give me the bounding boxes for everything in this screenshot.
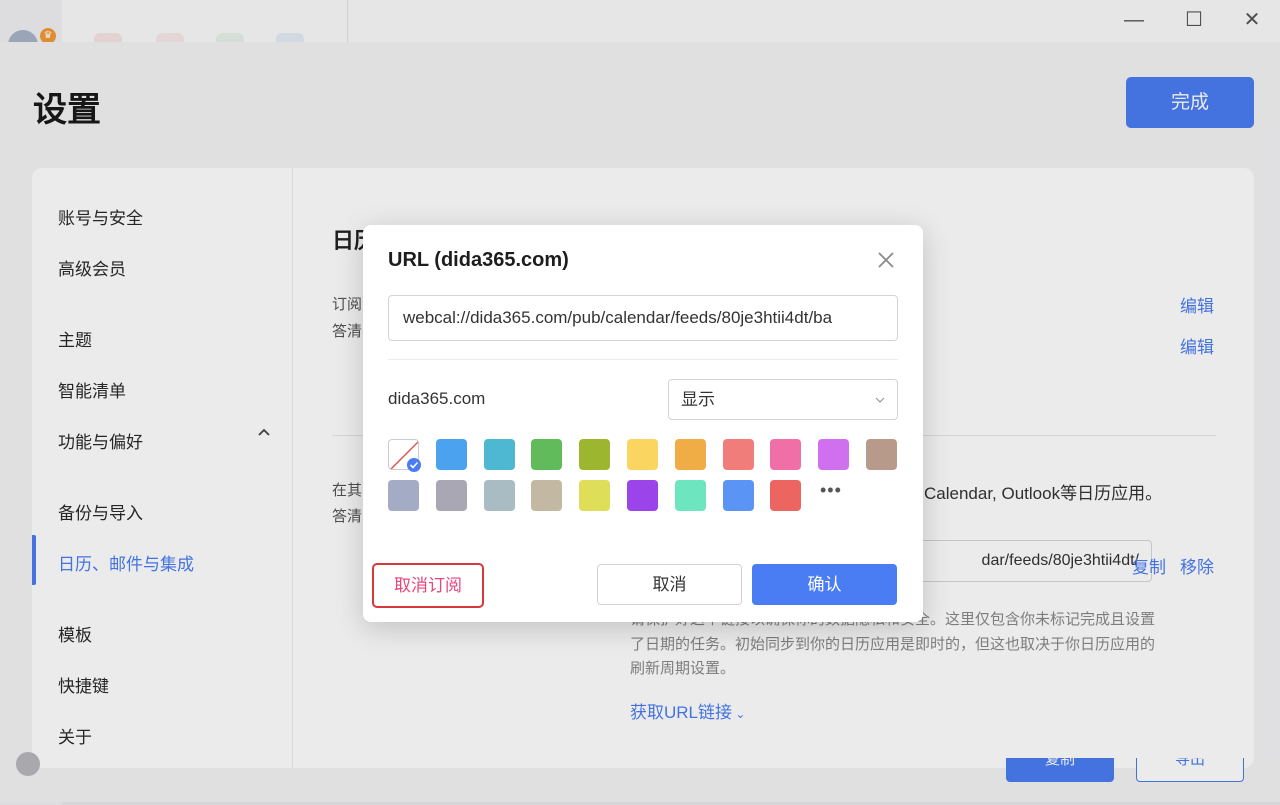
color-swatch[interactable] [866,439,897,470]
chevron-down-icon [875,397,885,403]
color-swatch[interactable] [627,439,658,470]
color-swatch[interactable] [770,480,802,511]
color-swatch[interactable] [722,480,754,511]
color-swatch[interactable] [627,480,658,511]
color-swatch[interactable] [579,439,611,470]
color-swatch[interactable] [388,480,419,511]
calendar-url-input[interactable] [388,295,898,341]
calendar-source-name: dida365.com [388,389,486,408]
color-swatch[interactable] [531,480,563,511]
unsubscribe-button[interactable]: 取消订阅 [372,563,484,608]
close-icon[interactable] [875,249,897,271]
color-swatch[interactable] [674,480,706,511]
color-swatch[interactable] [483,480,515,511]
confirm-button[interactable]: 确认 [752,564,897,605]
color-swatch[interactable] [770,439,802,470]
more-colors-button[interactable]: ••• [820,480,842,501]
color-swatch[interactable] [579,480,611,511]
color-swatch[interactable] [722,439,754,470]
color-swatch[interactable] [483,439,515,470]
url-dialog: URL (dida365.com) dida365.com 显示 ••• 取消订… [363,225,923,622]
color-swatch[interactable] [435,439,467,470]
color-swatch[interactable] [674,439,706,470]
visibility-select[interactable]: 显示 [668,379,898,420]
color-swatch[interactable] [435,480,467,511]
check-icon [407,458,421,472]
cancel-button[interactable]: 取消 [597,564,742,605]
visibility-select-value: 显示 [681,390,715,409]
dialog-divider [388,359,898,360]
color-swatch[interactable] [531,439,563,470]
dialog-title: URL (dida365.com) [388,249,569,271]
color-swatch[interactable] [818,439,850,470]
